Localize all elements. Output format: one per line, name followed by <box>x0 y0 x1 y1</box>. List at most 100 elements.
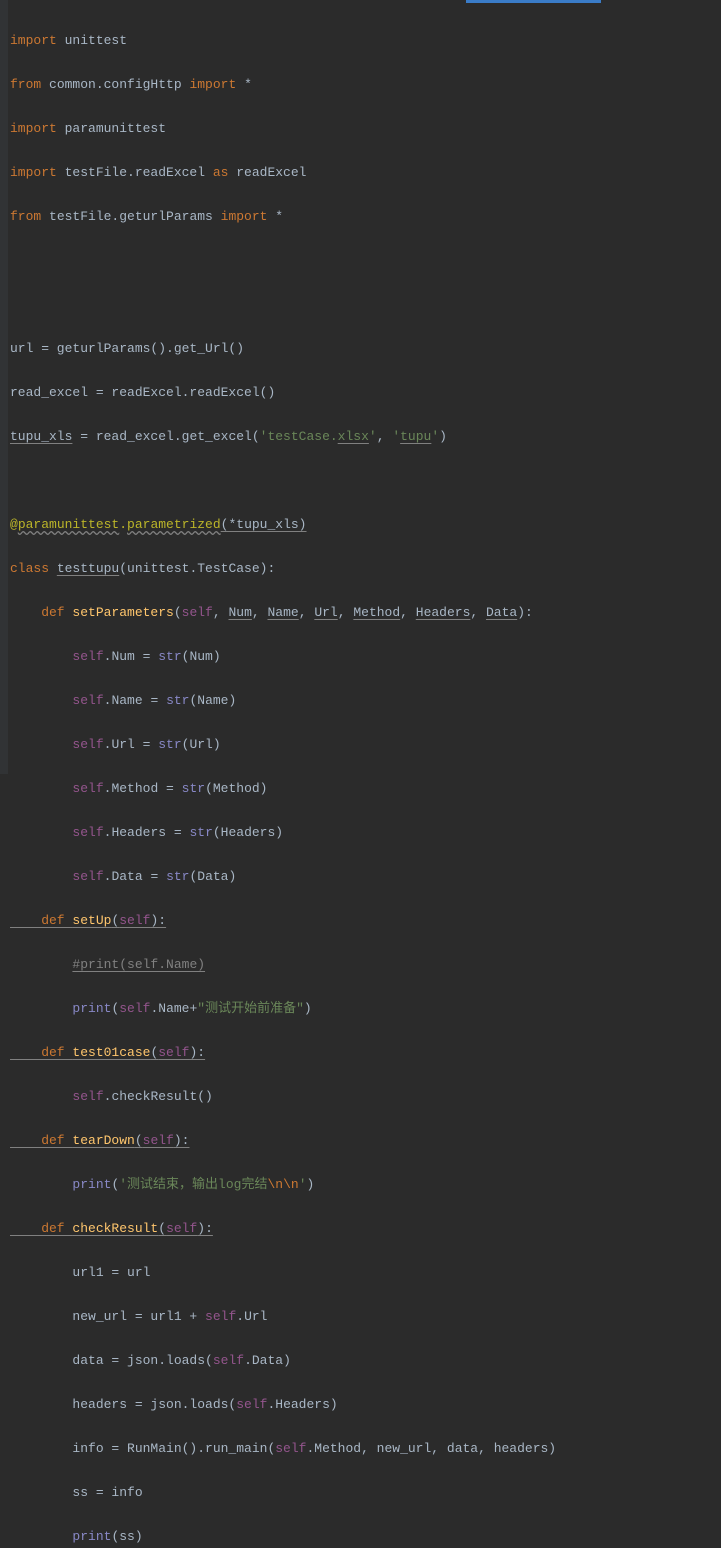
code: .Url = <box>104 737 159 752</box>
self: self <box>72 869 103 884</box>
self: self <box>143 1133 174 1148</box>
code: .Data) <box>244 1353 291 1368</box>
code-line[interactable]: self.Headers = str(Headers) <box>10 822 721 844</box>
keyword: from <box>10 77 41 92</box>
star: * <box>236 77 252 92</box>
builtin: str <box>158 737 181 752</box>
code: (ss) <box>111 1529 142 1544</box>
self: self <box>72 1089 103 1104</box>
decorator: @ <box>10 517 18 532</box>
code-line[interactable]: #print(self.Name) <box>10 954 721 976</box>
code: data = json.loads( <box>10 1353 213 1368</box>
statement: url1 = url <box>10 1265 150 1280</box>
self: self <box>119 913 150 928</box>
string: 'testCase. <box>260 429 338 444</box>
alias: readExcel <box>228 165 306 180</box>
string: ' <box>369 429 377 444</box>
code-line[interactable]: from testFile.geturlParams import * <box>10 206 721 228</box>
code-line[interactable]: self.checkResult() <box>10 1086 721 1108</box>
code-line[interactable]: import unittest <box>10 30 721 52</box>
code-line[interactable]: self.Data = str(Data) <box>10 866 721 888</box>
builtin: str <box>166 869 189 884</box>
code-line[interactable]: ss = info <box>10 1482 721 1504</box>
code-line[interactable]: new_url = url1 + self.Url <box>10 1306 721 1328</box>
keyword: import <box>221 209 268 224</box>
indent <box>10 737 72 752</box>
self: self <box>236 1397 267 1412</box>
code-editor[interactable]: import unittest from common.configHttp i… <box>0 0 721 1548</box>
code-line[interactable]: self.Name = str(Name) <box>10 690 721 712</box>
star: * <box>267 209 283 224</box>
blank-line[interactable] <box>10 470 721 492</box>
paren: ): <box>189 1045 205 1060</box>
code-line[interactable]: print('测试结束，输出log完结\n\n') <box>10 1174 721 1196</box>
builtin: str <box>166 693 189 708</box>
code: (Headers) <box>213 825 283 840</box>
code-line[interactable]: def setParameters(self, Num, Name, Url, … <box>10 602 721 624</box>
code-line[interactable]: tupu_xls = read_excel.get_excel('testCas… <box>10 426 721 448</box>
function-name: setParameters <box>72 605 173 620</box>
code-line[interactable]: def checkResult(self): <box>10 1218 721 1240</box>
code: (unittest.TestCase): <box>119 561 275 576</box>
code-line[interactable]: def test01case(self): <box>10 1042 721 1064</box>
paren: ) <box>439 429 447 444</box>
code-line[interactable]: self.Method = str(Method) <box>10 778 721 800</box>
blank-line[interactable] <box>10 294 721 316</box>
paren: ( <box>111 913 119 928</box>
paren: ( <box>158 1221 166 1236</box>
paren: ( <box>174 605 182 620</box>
paren: ( <box>150 1045 158 1060</box>
paren: ): <box>174 1133 190 1148</box>
self: self <box>213 1353 244 1368</box>
indent <box>10 825 72 840</box>
code-line[interactable]: import testFile.readExcel as readExcel <box>10 162 721 184</box>
keyword: import <box>10 33 57 48</box>
builtin: print <box>72 1001 111 1016</box>
code: .checkResult() <box>104 1089 213 1104</box>
self: self <box>158 1045 189 1060</box>
code-line[interactable]: print(self.Name+"测试开始前准备") <box>10 998 721 1020</box>
comma: , <box>213 605 229 620</box>
code: .Url <box>236 1309 267 1324</box>
module: unittest <box>57 33 127 48</box>
module: paramunittest <box>57 121 166 136</box>
code: = read_excel.get_excel( <box>72 429 259 444</box>
param: Data <box>486 605 517 620</box>
code-line[interactable]: self.Num = str(Num) <box>10 646 721 668</box>
code-line[interactable]: def setUp(self): <box>10 910 721 932</box>
code: .Name = <box>104 693 166 708</box>
code-line[interactable]: def tearDown(self): <box>10 1130 721 1152</box>
code-line[interactable]: print(ss) <box>10 1526 721 1548</box>
param: Name <box>268 605 299 620</box>
param: Method <box>353 605 400 620</box>
code: headers = json.loads( <box>10 1397 236 1412</box>
code-line[interactable]: url = geturlParams().get_Url() <box>10 338 721 360</box>
code: .Headers = <box>104 825 190 840</box>
self: self <box>166 1221 197 1236</box>
keyword: def <box>10 605 72 620</box>
code: (Data) <box>189 869 236 884</box>
code-line[interactable]: @paramunittest.parametrized(*tupu_xls) <box>10 514 721 536</box>
code-line[interactable]: info = RunMain().run_main(self.Method, n… <box>10 1438 721 1460</box>
blank-line[interactable] <box>10 250 721 272</box>
code-line[interactable]: self.Url = str(Url) <box>10 734 721 756</box>
paren: ): <box>150 913 166 928</box>
comma: , <box>338 605 354 620</box>
code-line[interactable]: class testtupu(unittest.TestCase): <box>10 558 721 580</box>
comma: , <box>470 605 486 620</box>
code-line[interactable]: import paramunittest <box>10 118 721 140</box>
code: .Name+ <box>150 1001 197 1016</box>
code-line[interactable]: from common.configHttp import * <box>10 74 721 96</box>
keyword: import <box>189 77 236 92</box>
statement: read_excel = readExcel.readExcel() <box>10 385 275 400</box>
keyword: def <box>10 1133 72 1148</box>
code-line[interactable]: headers = json.loads(self.Headers) <box>10 1394 721 1416</box>
string: xlsx <box>338 429 369 444</box>
self: self <box>72 737 103 752</box>
paren: ): <box>517 605 533 620</box>
param: Url <box>314 605 337 620</box>
module: testFile.geturlParams <box>41 209 220 224</box>
code-line[interactable]: url1 = url <box>10 1262 721 1284</box>
code-line[interactable]: read_excel = readExcel.readExcel() <box>10 382 721 404</box>
code-line[interactable]: data = json.loads(self.Data) <box>10 1350 721 1372</box>
